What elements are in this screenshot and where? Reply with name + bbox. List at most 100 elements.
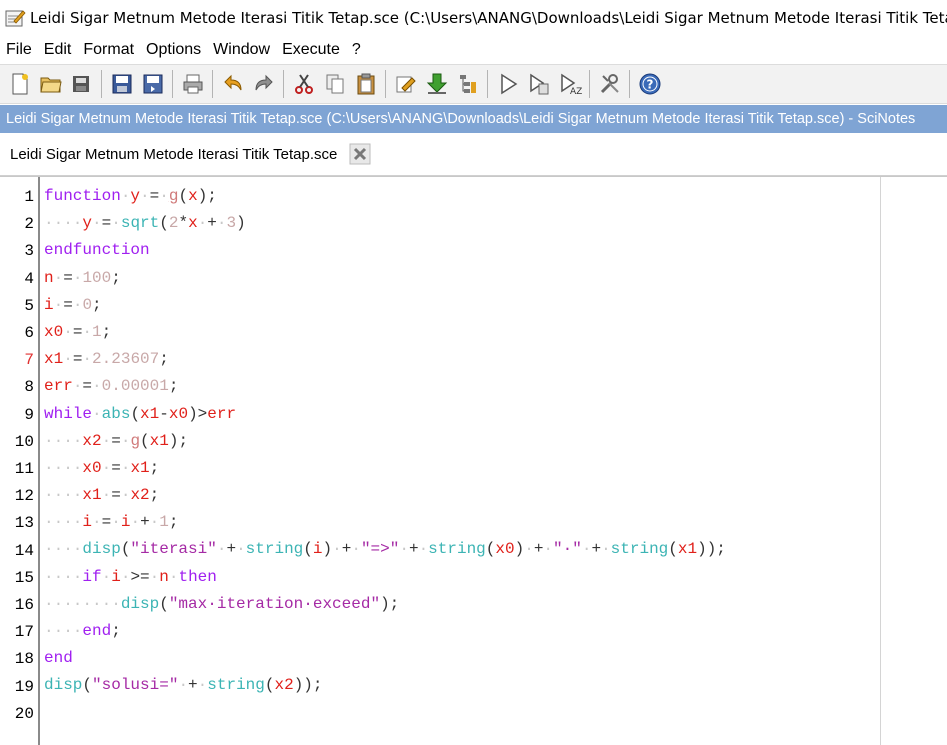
execute-button[interactable] <box>495 71 521 97</box>
undo-icon <box>223 74 241 91</box>
execute-file-button[interactable] <box>526 71 552 97</box>
menu-help[interactable]: ? <box>346 41 367 59</box>
code-area[interactable]: function·y·=·g(x); ····y·=·sqrt(2*x·+·3) e… <box>44 183 726 727</box>
code-token: ···· <box>44 486 83 505</box>
variable-browser-button[interactable] <box>455 71 481 97</box>
code-token: "·" <box>553 540 582 559</box>
code-token: + <box>341 540 352 559</box>
new-file-button[interactable] <box>7 71 33 97</box>
code-line[interactable]: err·=·0.00001; <box>44 373 726 400</box>
copy-button[interactable] <box>322 71 348 97</box>
code-line[interactable]: while·abs(x1-x0)>err <box>44 401 726 428</box>
code-token: n <box>44 268 54 287</box>
open-directory-button[interactable] <box>69 71 95 97</box>
code-line[interactable]: ····i·=·i·+·1; <box>44 509 726 536</box>
code-line[interactable]: i·=·0; <box>44 292 726 319</box>
line-number: 2 <box>24 215 34 234</box>
code-line[interactable]: ····disp("iterasi"·+·string(i)·+·"=>"·+·… <box>44 536 726 563</box>
tab-close-button[interactable] <box>349 143 371 165</box>
code-token: · <box>149 567 160 586</box>
toolbar-separator <box>283 70 284 98</box>
code-line[interactable] <box>44 700 726 727</box>
code-line[interactable]: function·y·=·g(x); <box>44 183 726 210</box>
execute-until-cursor-button[interactable]: AZ <box>557 71 583 97</box>
code-line[interactable]: disp("solusi="·+·string(x2)); <box>44 672 726 699</box>
preferences-button[interactable] <box>597 71 623 97</box>
undo-button[interactable] <box>220 71 246 97</box>
execute-file-icon <box>529 73 548 95</box>
code-token: i <box>44 295 54 314</box>
line-number: 13 <box>14 514 34 533</box>
code-line[interactable]: ····if·i·>=·n·then <box>44 564 726 591</box>
code-token: · <box>72 268 83 287</box>
code-token: · <box>53 268 64 287</box>
cut-button[interactable] <box>291 71 317 97</box>
code-line[interactable]: ····y·=·sqrt(2*x·+·3) <box>44 210 726 237</box>
code-line[interactable]: endfunction <box>44 237 726 264</box>
load-into-scilab-button[interactable] <box>424 71 450 97</box>
code-token: = <box>72 322 83 341</box>
code-line[interactable]: ········disp("max·iteration·exceed"); <box>44 591 726 618</box>
open-directory-icon <box>72 76 89 92</box>
menu-window[interactable]: Window <box>207 41 276 59</box>
code-token: x <box>188 187 198 205</box>
code-token: i <box>312 540 323 559</box>
redo-button[interactable] <box>251 71 277 97</box>
paste-button[interactable] <box>353 71 379 97</box>
print-button[interactable] <box>180 71 206 97</box>
code-token: = <box>149 187 160 205</box>
line-number: 20 <box>14 704 34 723</box>
code-token: > <box>197 404 208 423</box>
code-token: · <box>72 295 83 314</box>
menu-execute[interactable]: Execute <box>276 41 346 59</box>
code-token: ( <box>159 214 169 233</box>
code-line[interactable]: n·=·100; <box>44 265 726 292</box>
menu-edit[interactable]: Edit <box>38 41 78 59</box>
code-line[interactable]: x0·=·1; <box>44 319 726 346</box>
code-line[interactable]: ····end; <box>44 618 726 645</box>
line-number: 6 <box>24 324 34 342</box>
help-button[interactable]: ? <box>637 71 663 97</box>
line-number: 17 <box>14 623 34 642</box>
code-token: ; <box>168 377 179 396</box>
code-line[interactable]: x1·=·2.23607; <box>44 346 726 373</box>
menu-options[interactable]: Options <box>140 41 207 59</box>
code-token: )); <box>697 540 726 559</box>
code-line[interactable]: ····x1·=·x2; <box>44 482 726 509</box>
find-replace-icon <box>396 76 416 93</box>
code-token: = <box>82 377 93 396</box>
open-file-button[interactable] <box>38 71 64 97</box>
save-button[interactable] <box>109 71 135 97</box>
line-number: 15 <box>14 568 34 587</box>
menu-format[interactable]: Format <box>77 41 140 59</box>
code-editor[interactable]: 1 2 3 4 5 6 7 8 9 10 11 12 13 14 15 16 17 18 19 20 function… <box>0 176 947 745</box>
line-number: 14 <box>14 541 34 560</box>
code-line[interactable]: ····x2·=·g(x1); <box>44 428 726 455</box>
code-token: 1 <box>159 513 169 532</box>
toolbar-separator <box>487 70 488 98</box>
code-token: y <box>82 214 93 233</box>
code-token: ( <box>120 540 131 559</box>
code-token: ········ <box>44 594 121 613</box>
save-as-button[interactable] <box>140 71 166 97</box>
code-token: ( <box>178 187 189 205</box>
line-number: 1 <box>24 188 34 206</box>
toolbar-separator <box>172 70 173 98</box>
execute-icon <box>500 73 517 95</box>
code-line[interactable]: ····x0·=·x1; <box>44 455 726 482</box>
code-token: ; <box>149 486 160 505</box>
code-token: ( <box>668 540 678 559</box>
code-token: 0 <box>82 295 93 314</box>
toolbar-separator <box>101 70 102 98</box>
code-token: x <box>188 214 198 233</box>
code-token: string <box>428 540 486 559</box>
execute-until-cursor-icon: AZ <box>560 73 582 96</box>
line-number: 16 <box>14 596 34 614</box>
menu-file[interactable]: File <box>0 41 38 59</box>
code-line[interactable]: end <box>44 645 726 672</box>
find-replace-button[interactable] <box>393 71 419 97</box>
code-token: · <box>92 513 102 532</box>
toolbar-separator <box>629 70 630 98</box>
code-token: ( <box>140 431 150 450</box>
tab-document[interactable]: Leidi Sigar Metnum Metode Iterasi Titik … <box>0 133 372 175</box>
